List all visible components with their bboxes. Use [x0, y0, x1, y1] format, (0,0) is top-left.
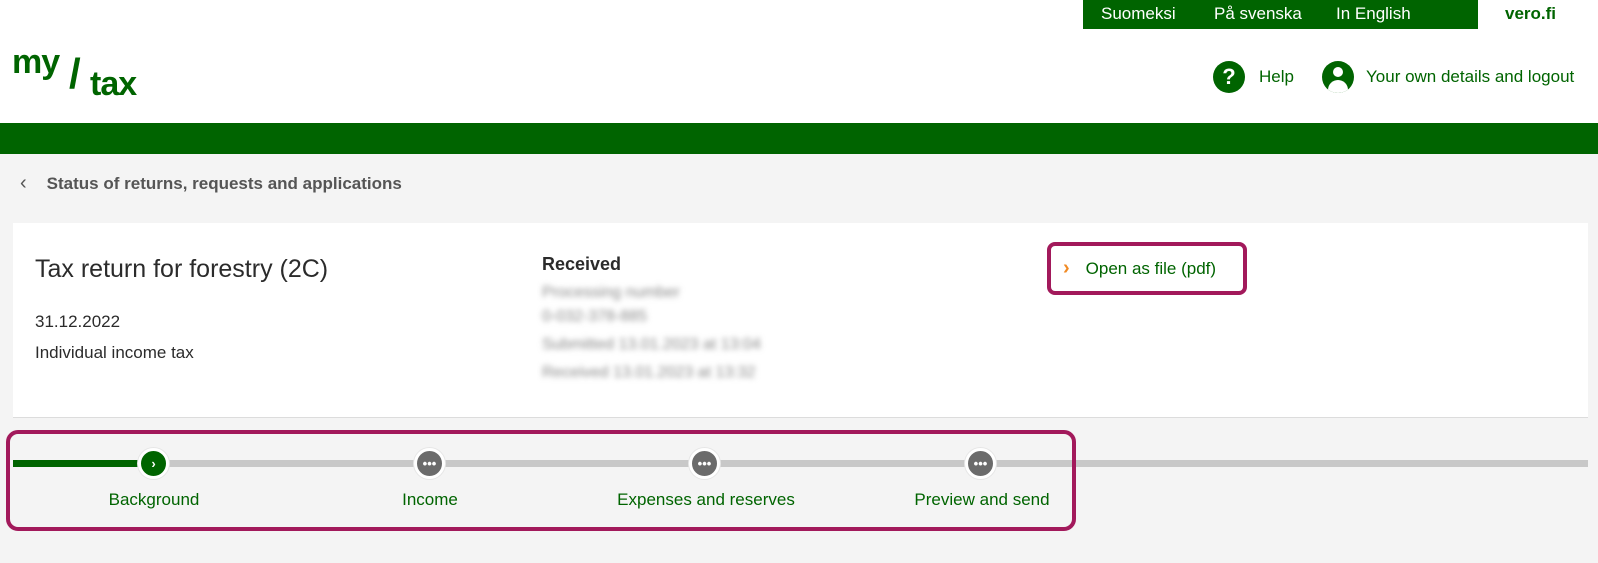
mytax-logo[interactable]: my / tax	[12, 43, 157, 103]
page-header: Suomeksi På svenska In English vero.fi m…	[0, 0, 1598, 123]
user-icon	[1322, 61, 1354, 93]
breadcrumb-back-link[interactable]: ‹ Status of returns, requests and applic…	[20, 172, 402, 195]
vero-fi-link[interactable]: vero.fi	[1505, 4, 1556, 24]
language-bar: Suomeksi På svenska In English	[1083, 0, 1478, 29]
tax-return-card: Tax return for forestry (2C) 31.12.2022 …	[13, 223, 1588, 418]
help-icon: ?	[1213, 61, 1245, 93]
progress-stepper: › ••• ••• ••• Background Income Expenses…	[0, 430, 1598, 540]
status-title: Received	[542, 254, 622, 274]
header-green-band	[0, 123, 1598, 154]
card-date: 31.12.2022	[35, 312, 121, 331]
card-title: Tax return for forestry (2C)	[35, 255, 329, 283]
open-pdf-link[interactable]: › Open as file (pdf)	[1047, 242, 1247, 295]
language-swedish-link[interactable]: På svenska	[1214, 4, 1302, 24]
language-english-link[interactable]: In English	[1336, 4, 1411, 24]
language-finnish-link[interactable]: Suomeksi	[1101, 4, 1176, 24]
help-link[interactable]: ? Help	[1213, 61, 1294, 93]
logo-text-slash: /	[69, 50, 81, 97]
logo-text-tax: tax	[90, 65, 137, 103]
blurred-processing-number: 0-032-378-885	[542, 308, 647, 325]
breadcrumb-label: Status of returns, requests and applicat…	[46, 173, 402, 193]
open-pdf-label: Open as file (pdf)	[1085, 258, 1217, 278]
user-details-logout-link[interactable]: Your own details and logout	[1322, 61, 1574, 93]
blurred-processing-label: Processing number	[542, 284, 680, 301]
chevron-right-icon: ›	[1063, 257, 1070, 279]
card-tax-type: Individual income tax	[35, 343, 194, 362]
blurred-received-time: Received 13.01.2023 at 13:32	[542, 364, 756, 381]
help-label: Help	[1259, 67, 1294, 86]
user-details-label: Your own details and logout	[1366, 67, 1575, 86]
stepper-highlight-box	[6, 430, 1076, 531]
logo-text-my: my	[12, 43, 60, 81]
blurred-submitted-time: Submitted 13.01.2023 at 13:04	[542, 336, 761, 353]
chevron-left-icon: ‹	[20, 172, 27, 194]
